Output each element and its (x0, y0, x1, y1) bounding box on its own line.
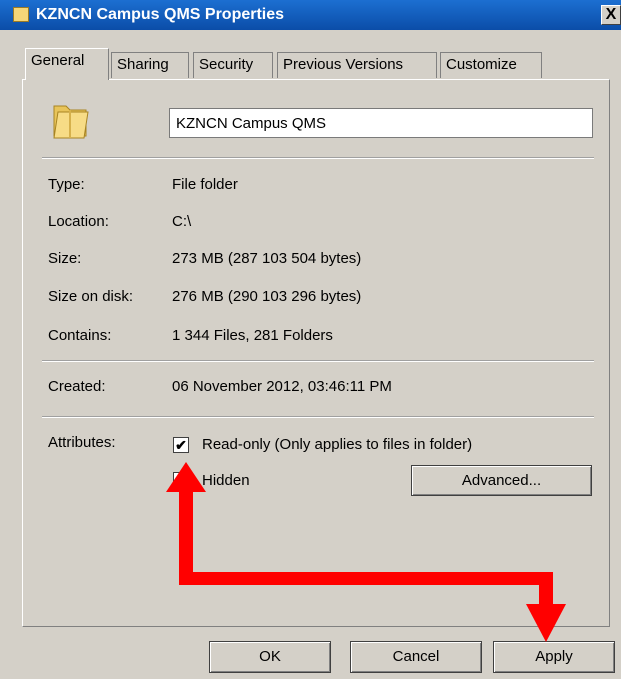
size-label: Size: (48, 250, 82, 267)
hidden-checkbox[interactable] (173, 472, 189, 488)
apply-button[interactable]: Apply (493, 641, 615, 673)
tab-security-label: Security (199, 56, 254, 73)
folder-icon (13, 7, 29, 22)
tab-customize-label: Customize (446, 56, 517, 73)
tab-previous-versions-label: Previous Versions (283, 56, 404, 73)
folder-icon (53, 105, 89, 139)
created-value: 06 November 2012, 03:46:11 PM (172, 378, 392, 395)
location-label: Location: (48, 213, 109, 230)
folder-name-field[interactable] (169, 108, 593, 138)
advanced-button[interactable]: Advanced... (411, 465, 592, 496)
readonly-checkbox[interactable]: ✔ (173, 437, 189, 453)
location-value: C:\ (172, 213, 192, 230)
tab-security[interactable]: Security (193, 52, 273, 78)
tab-panel-general (22, 79, 610, 627)
window-title: KZNCN Campus QMS Properties (36, 6, 285, 23)
cancel-button[interactable]: Cancel (350, 641, 482, 673)
size-value: 273 MB (287 103 504 bytes) (172, 250, 362, 267)
size-on-disk-value: 276 MB (290 103 296 bytes) (172, 288, 362, 305)
type-label: Type: (48, 176, 85, 193)
tab-general[interactable]: General (25, 48, 109, 80)
contains-label: Contains: (48, 327, 112, 344)
readonly-label: Read-only (Only applies to files in fold… (202, 436, 473, 453)
separator (42, 157, 594, 159)
tab-general-label: General (31, 52, 85, 69)
title-bar: KZNCN Campus QMS Properties X (0, 0, 621, 30)
tab-sharing[interactable]: Sharing (111, 52, 189, 78)
separator (42, 416, 594, 418)
attributes-label: Attributes: (48, 434, 116, 451)
type-value: File folder (172, 176, 238, 193)
separator (42, 360, 594, 362)
tab-sharing-label: Sharing (117, 56, 169, 73)
size-on-disk-label: Size on disk: (48, 288, 134, 305)
contains-value: 1 344 Files, 281 Folders (172, 327, 333, 344)
tab-customize[interactable]: Customize (440, 52, 542, 78)
tab-previous-versions[interactable]: Previous Versions (277, 52, 437, 78)
ok-button[interactable]: OK (209, 641, 331, 673)
hidden-label: Hidden (202, 472, 250, 489)
created-label: Created: (48, 378, 106, 395)
close-button[interactable]: X (601, 5, 621, 25)
